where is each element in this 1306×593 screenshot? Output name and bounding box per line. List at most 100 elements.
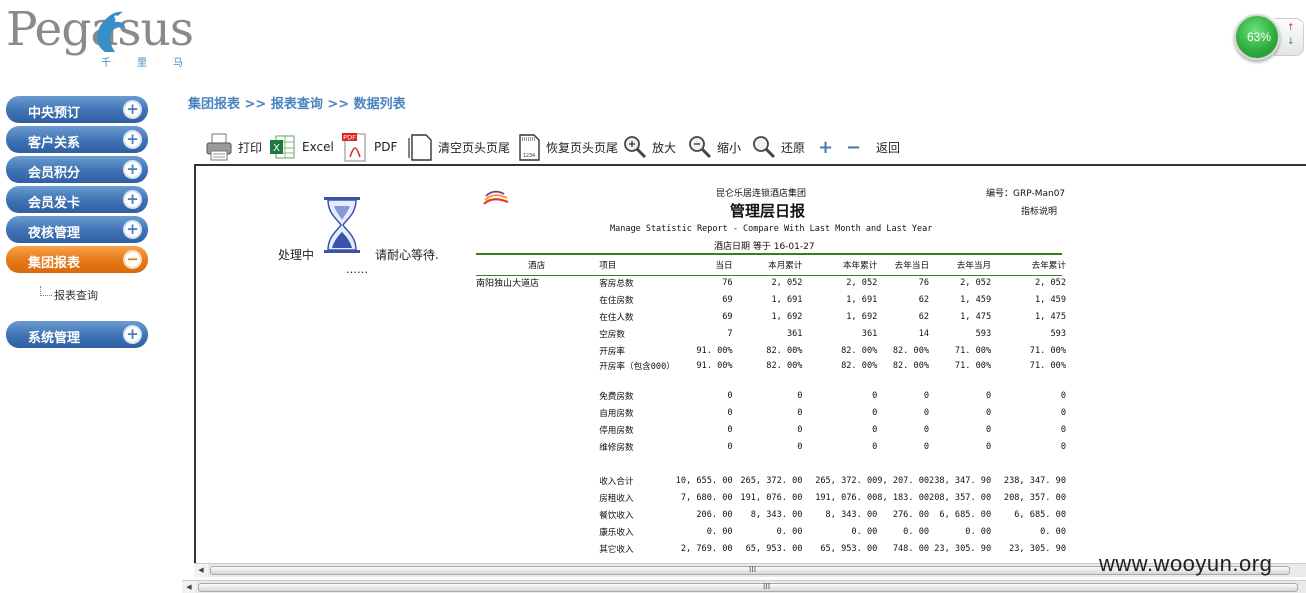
table-row: 开房率 91. 00% 82. 00% 82. 00% 82. 00% 71. 00% 71… [476, 342, 1066, 359]
sidebar-item-member-cards[interactable]: 会员发卡 + [6, 186, 148, 213]
table-cell: 0 [923, 424, 930, 435]
report-frame[interactable]: 处理中 请耐心等待. …… 昆仑乐居连锁酒店集团 编号：GRP-Man07 管理… [194, 164, 1306, 564]
column-header: 去年累计 [1031, 261, 1066, 271]
sidebar-subitem-report-query[interactable]: 报表查询 [54, 287, 98, 303]
page-horizontal-scrollbar[interactable]: ◀ III [182, 580, 1306, 593]
table-cell: 7 [727, 328, 733, 339]
table-cell: 191, 076. 00 [740, 492, 803, 503]
table-cell: 69 [722, 311, 733, 322]
logo-subtitle: 千里马 [101, 58, 209, 69]
table-cell: 开房率（包含000） [599, 362, 675, 372]
table-cell: 康乐收入 [599, 527, 634, 538]
table-cell: 76 [918, 277, 930, 288]
table-cell: 1, 475 [1034, 311, 1066, 322]
sidebar-item-member-points[interactable]: 会员积分 + [6, 156, 148, 183]
pdf-icon: PDF [342, 133, 366, 162]
column-header: 本年累计 [842, 261, 878, 271]
remove-button[interactable]: − [846, 130, 861, 164]
excel-icon: X [270, 135, 295, 159]
table-cell: 62 [918, 311, 930, 322]
table-cell: 1, 691 [771, 294, 803, 305]
tree-connector [40, 295, 52, 296]
empty-cell [476, 342, 597, 359]
sidebar-item-night-audit[interactable]: 夜核管理 + [6, 216, 148, 243]
back-button[interactable]: 返回 [876, 130, 900, 164]
restore-header-footer-label: 恢复页头页尾 [546, 140, 619, 155]
table-cell: 82. 00% [766, 345, 803, 356]
report-table: 酒店 项目 当日 本月累计 本年累计 去年当日 去年当月 去年累计 南阳独山大道… [476, 256, 1066, 557]
sidebar-item-customer-relations[interactable]: 客户关系 + [6, 126, 148, 153]
empty-cell [476, 359, 597, 387]
empty-cell [476, 472, 597, 489]
table-cell: 房租收入 [599, 493, 634, 504]
clear-header-footer-button[interactable]: 清空页头页尾 [406, 130, 510, 164]
empty-cell [476, 387, 597, 404]
zoom-in-button[interactable]: 放大 [622, 130, 676, 164]
table-cell: 10, 655. 00 [675, 475, 733, 486]
table-cell: 0. 00 [965, 526, 992, 537]
table-cell: 208, 357. 00 [1003, 492, 1066, 503]
table-cell: 在住人数 [599, 312, 634, 323]
report-group-name: 昆仑乐居连锁酒店集团 [716, 189, 807, 199]
occupancy-gauge[interactable]: ↑ ↓ 63% [1234, 14, 1306, 60]
indicator-description-link[interactable]: 指标说明 [1021, 204, 1057, 217]
zoom-in-icon [624, 136, 647, 159]
table-cell: 0. 00 [903, 526, 930, 537]
sidebar-item-group-reports[interactable]: 集团报表 − [6, 246, 148, 273]
print-button[interactable]: 打印 [204, 130, 262, 164]
sidebar-item-label: 系统管理 [28, 331, 81, 346]
empty-cell [476, 489, 597, 506]
table-cell: 208, 357. 00 [929, 492, 992, 503]
table-cell: 23, 305. 90 [934, 543, 992, 554]
sidebar-item-system-management[interactable]: 系统管理 + [6, 321, 148, 348]
table-row: 收入合计 10, 655. 00 265, 372. 00 265, 372. 00 9… [476, 472, 1066, 489]
table-cell: 0 [923, 407, 930, 418]
empty-cell [476, 523, 597, 540]
table-cell: 82. 00% [841, 345, 878, 356]
table-cell: 2, 769. 00 [680, 543, 733, 554]
report-title: 管理层日报 [730, 202, 806, 220]
table-cell: 265, 372. 00 [740, 475, 803, 486]
add-button[interactable]: + [818, 130, 833, 164]
plus-icon: + [123, 100, 142, 119]
back-label: 返回 [876, 140, 901, 155]
printer-icon [206, 133, 232, 161]
reset-zoom-button[interactable]: 还原 [751, 130, 805, 164]
export-pdf-button[interactable]: PDF PDF [340, 130, 397, 164]
table-cell: 14 [918, 328, 930, 339]
table-cell: 238, 347. 90 [929, 475, 992, 486]
column-header: 项目 [599, 261, 617, 271]
sidebar-item-label: 会员积分 [28, 166, 81, 181]
table-cell: 265, 372. 00 [815, 475, 878, 486]
table-cell: 65, 953. 00 [820, 543, 878, 554]
table-cell: 8, 183. 00 [877, 492, 930, 503]
table-row: 维修房数 0 0 0 0 0 0 [476, 438, 1066, 455]
table-cell: 8, 343. 00 [750, 509, 803, 520]
sidebar-item-central-booking[interactable]: 中央预订 + [6, 96, 148, 123]
svg-text:X: X [273, 143, 280, 154]
report-subtitle: Manage Statistic Report - Compare With L… [610, 224, 933, 234]
table-cell: 2, 052 [771, 277, 803, 288]
table-cell: 1, 459 [960, 294, 992, 305]
table-cell: 0 [872, 407, 878, 418]
scroll-left-icon[interactable]: ◀ [182, 581, 196, 593]
export-excel-button[interactable]: X Excel [268, 130, 334, 164]
excel-label: Excel [302, 140, 334, 154]
table-cell: 0. 00 [706, 526, 733, 537]
watermark: www.wooyun.org [1099, 551, 1273, 576]
table-cell: 0 [727, 441, 733, 452]
table-cell: 82. 00% [766, 361, 803, 371]
scroll-grip: III [763, 582, 771, 591]
scroll-left-icon[interactable]: ◀ [194, 564, 208, 577]
scroll-thumb[interactable]: III [198, 582, 1298, 592]
table-cell: 0 [985, 441, 992, 452]
zoom-in-label: 放大 [652, 140, 677, 155]
minus-icon: − [846, 136, 862, 158]
table-cell: 191, 076. 00 [815, 492, 878, 503]
restore-header-footer-button[interactable]: 1234 恢复页头页尾 [514, 130, 618, 164]
table-row: 在住人数 69 1, 692 1, 692 62 1, 475 1, 475 [476, 308, 1066, 325]
sidebar-item-label: 会员发卡 [28, 196, 81, 211]
table-cell: 206. 00 [696, 509, 733, 520]
empty-cell [476, 308, 597, 325]
zoom-out-button[interactable]: 缩小 [687, 130, 741, 164]
